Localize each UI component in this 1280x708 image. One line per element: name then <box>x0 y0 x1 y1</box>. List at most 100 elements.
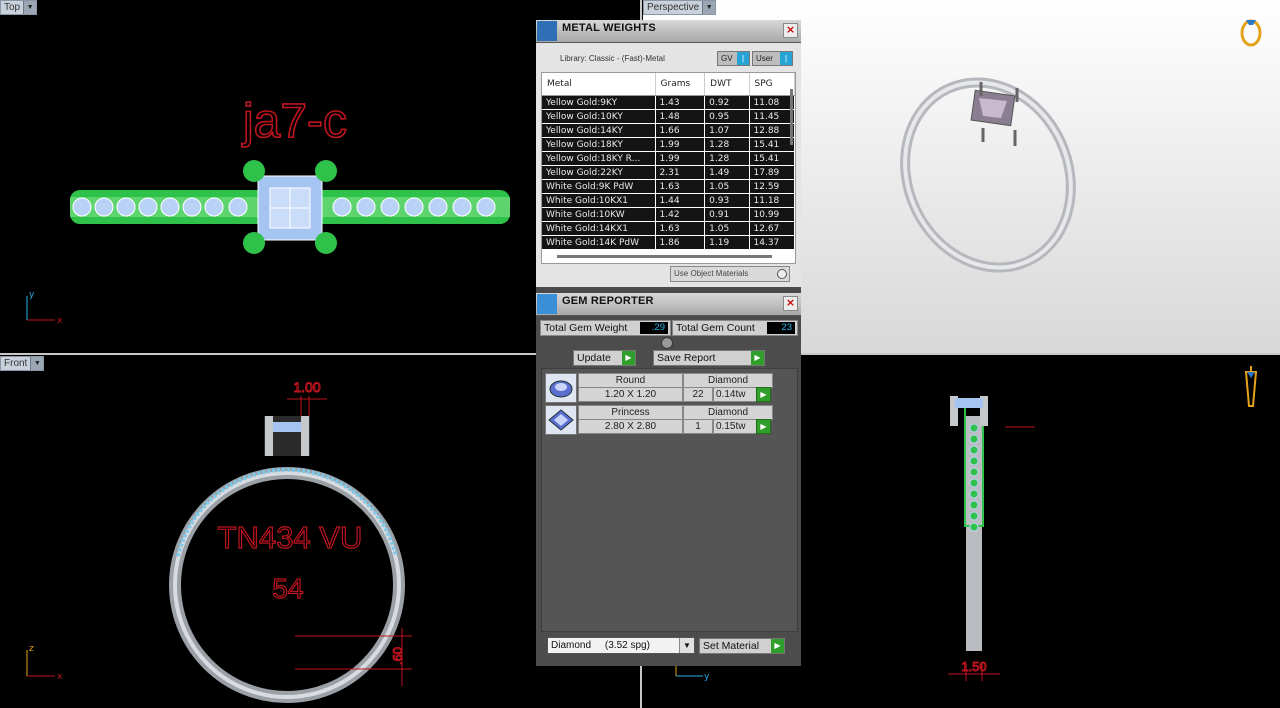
metal-value-cell: 0.95 <box>704 109 750 124</box>
metal-name-cell: Yellow Gold:10KY <box>542 109 656 124</box>
top-view-canvas: ja7-c x y <box>26 94 510 326</box>
metal-weights-header[interactable]: METAL WEIGHTS × <box>536 20 801 43</box>
play-icon: ▶ <box>771 639 784 653</box>
viewport-top[interactable]: Top ▼ ja7-c x y <box>0 0 536 353</box>
metal-value-cell: 15.41 <box>749 137 795 152</box>
metal-value-cell: 1.63 <box>655 179 706 194</box>
table-row[interactable]: Yellow Gold:18KY 1.99 1.28 15.41 <box>542 137 795 152</box>
column-header[interactable]: Metal <box>542 73 656 96</box>
metal-name-cell: Yellow Gold:14KY <box>542 123 656 138</box>
axis-y-label: y <box>704 672 710 682</box>
gem-select-button[interactable]: ▶ <box>756 387 771 402</box>
metal-value-cell: 1.66 <box>655 123 706 138</box>
prong-top <box>315 160 337 182</box>
side-stone <box>94 197 114 217</box>
metal-name-cell: White Gold:10KX1 <box>542 193 656 208</box>
gem-weight: 0.14tw <box>713 387 757 402</box>
gem-select-button[interactable]: ▶ <box>756 419 771 434</box>
update-button[interactable]: Update ▶ <box>573 350 636 366</box>
metal-value-cell: 12.59 <box>749 179 795 194</box>
side-stone <box>969 445 979 455</box>
metal-name-cell: Yellow Gold:22KY <box>542 165 656 180</box>
princess-gem-icon <box>545 405 577 435</box>
metal-value-cell: 12.67 <box>749 221 795 236</box>
metal-value-cell: 1.28 <box>704 137 750 152</box>
metal-value-cell: 0.92 <box>704 95 750 110</box>
table-row[interactable]: White Gold:10KX1 1.44 0.93 11.18 <box>542 193 795 208</box>
pendant-icon[interactable] <box>1244 366 1258 407</box>
metal-value-cell: 1.19 <box>704 235 750 250</box>
metal-value-cell: 1.99 <box>655 151 706 166</box>
table-row[interactable]: Yellow Gold:10KY 1.48 0.95 11.45 <box>542 109 795 124</box>
close-icon[interactable]: × <box>783 296 798 311</box>
metal-value-cell: 17.89 <box>749 165 795 180</box>
side-stone <box>428 197 448 217</box>
gem-size: 2.80 X 2.80 <box>578 419 683 434</box>
prong-top <box>243 232 265 254</box>
metal-value-cell: 0.91 <box>704 207 750 222</box>
side-stone <box>969 500 979 510</box>
close-icon[interactable]: × <box>783 23 798 38</box>
table-row[interactable]: Yellow Gold:22KY 2.31 1.49 17.89 <box>542 165 795 180</box>
user-toggle[interactable]: User | <box>752 51 793 66</box>
table-row[interactable]: White Gold:14KX1 1.63 1.05 12.67 <box>542 221 795 236</box>
prong-top <box>315 232 337 254</box>
save-report-button[interactable]: Save Report ▶ <box>653 350 765 366</box>
side-stone <box>332 197 352 217</box>
side-stone <box>476 197 496 217</box>
column-header[interactable]: SPG <box>749 73 795 96</box>
side-stone <box>969 434 979 444</box>
table-row[interactable]: Yellow Gold:14KY 1.66 1.07 12.88 <box>542 123 795 138</box>
toggle-switch-icon: | <box>780 52 792 65</box>
engraving-line-2: 54 <box>272 573 303 604</box>
set-material-button[interactable]: Set Material ▶ <box>699 638 785 654</box>
table-row[interactable]: Yellow Gold:18KY R... 1.99 1.28 15.41 <box>542 151 795 166</box>
viewport-front-label[interactable]: Front ▼ <box>0 356 45 371</box>
side-stone <box>969 478 979 488</box>
chevron-down-icon[interactable]: ▼ <box>30 357 44 370</box>
metal-value-cell: 1.86 <box>655 235 706 250</box>
gem-weight: 0.15tw <box>713 419 757 434</box>
side-stone <box>228 197 248 217</box>
metal-value-cell: 1.05 <box>704 179 750 194</box>
gem-shape: Round <box>578 373 683 388</box>
update-button-label: Update <box>577 352 611 364</box>
horizontal-scrollbar[interactable] <box>557 255 772 258</box>
column-header[interactable]: Grams <box>655 73 706 96</box>
gem-material: Diamond <box>683 373 773 388</box>
vertical-scrollbar[interactable] <box>790 89 793 145</box>
gem-size: 1.20 X 1.20 <box>578 387 683 402</box>
gv-toggle[interactable]: GV | <box>717 51 750 66</box>
metal-weights-title: METAL WEIGHTS <box>562 22 656 34</box>
axis-x-label: x <box>57 316 63 326</box>
chevron-down-icon[interactable]: ▼ <box>23 1 37 14</box>
table-row[interactable]: White Gold:10KW 1.42 0.91 10.99 <box>542 207 795 222</box>
metal-value-cell: 1.42 <box>655 207 706 222</box>
metal-table[interactable]: Metal Grams DWT SPG Yellow Gold:9KY 1.43 0… <box>541 72 796 264</box>
gem-count: 1 <box>683 419 713 434</box>
viewport-perspective-label[interactable]: Perspective ▼ <box>643 0 717 15</box>
ring-icon[interactable] <box>1240 19 1262 47</box>
side-stone <box>72 197 92 217</box>
table-row[interactable]: Yellow Gold:9KY 1.43 0.92 11.08 <box>542 95 795 110</box>
table-row[interactable]: White Gold:14K PdW 1.86 1.19 14.37 <box>542 235 795 250</box>
gem-reporter-header[interactable]: GEM REPORTER × <box>536 293 801 316</box>
gem-reporter-title: GEM REPORTER <box>562 295 654 307</box>
chevron-down-icon[interactable]: ▼ <box>702 1 716 14</box>
metal-value-cell: 1.44 <box>655 193 706 208</box>
use-object-materials-toggle[interactable]: Use Object Materials <box>670 266 790 282</box>
viewport-top-label[interactable]: Top ▼ <box>0 0 38 15</box>
column-header[interactable]: DWT <box>704 73 750 96</box>
metal-value-cell: 2.31 <box>655 165 706 180</box>
metal-value-cell: 11.45 <box>749 109 795 124</box>
side-stone <box>204 197 224 217</box>
gem-material: Diamond <box>683 405 773 420</box>
splitter-handle[interactable] <box>661 337 673 349</box>
metal-weights-body: Library: Classic - (Fast)-Metal GV | User… <box>536 43 801 287</box>
metal-value-cell: 1.43 <box>655 95 706 110</box>
metal-value-cell: 1.05 <box>704 221 750 236</box>
table-row[interactable]: White Gold:9K PdW 1.63 1.05 12.59 <box>542 179 795 194</box>
dimension-top: 1.00 <box>293 379 320 395</box>
set-material-button-label: Set Material <box>703 640 760 652</box>
material-select[interactable]: Diamond (3.52 spg) ▼ <box>547 637 695 654</box>
